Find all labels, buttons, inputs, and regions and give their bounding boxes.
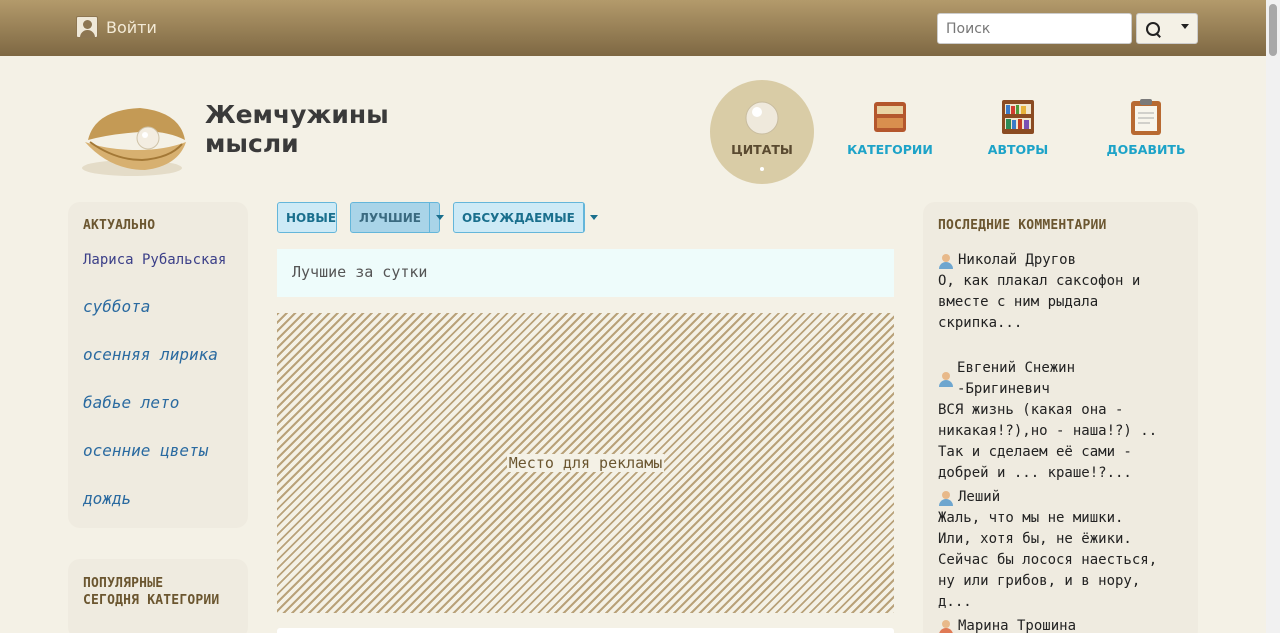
popular-heading-line1: ПОПУЛЯРНЫЕ	[83, 576, 164, 591]
comment-author[interactable]: Николай Другов	[938, 250, 1163, 271]
user-icon	[76, 16, 98, 38]
popular-heading: ПОПУЛЯРНЫЕ СЕГОДНЯ КАТЕГОРИИ	[83, 575, 219, 609]
nav-quotes-label: ЦИТАТЫ	[731, 142, 793, 157]
comment-item[interactable]: Николай Другов О, как плакал саксофон и …	[938, 250, 1163, 334]
comments-heading: ПОСЛЕДНИЕ КОММЕНТАРИИ	[938, 218, 1107, 233]
comment-author-name: Марина Трошина	[958, 618, 1077, 633]
search-icon	[1146, 21, 1160, 36]
user-icon	[938, 371, 954, 387]
user-icon	[938, 619, 954, 633]
comment-item[interactable]: Леший Жаль, что мы не мишки. Или, хотя б…	[938, 487, 1163, 613]
tag-link[interactable]: Лариса Рубальская	[83, 252, 226, 268]
nav-authors[interactable]: АВТОРЫ	[966, 80, 1070, 184]
box-icon	[874, 102, 906, 132]
comment-text: О, как плакал саксофон и вместе с ним ры…	[938, 273, 1141, 331]
comment-text: ВСЯ жизнь (какая она - никакая!?),но - н…	[938, 402, 1158, 481]
comment-item[interactable]: Евгений Снежин -Бригиневич ВСЯ жизнь (ка…	[938, 358, 1163, 484]
actual-heading: АКТУАЛЬНО	[83, 218, 156, 233]
site-title-line2: мысли	[205, 129, 299, 158]
comment-author[interactable]: Леший	[938, 487, 1163, 508]
user-icon	[938, 253, 954, 269]
site-title: Жемчужины мысли	[205, 100, 389, 158]
nav-quotes[interactable]: ЦИТАТЫ	[710, 80, 814, 184]
scrollbar-thumb[interactable]	[1269, 4, 1277, 56]
quote-card	[277, 628, 894, 633]
ad-text: Место для рекламы	[506, 454, 665, 472]
user-icon	[938, 490, 954, 506]
comment-text: Жаль, что мы не мишки. Или, хотя бы, не …	[938, 510, 1158, 610]
comment-author[interactable]: Марина Трошина	[938, 616, 1163, 633]
comment-item[interactable]: Марина Трошина	[938, 616, 1163, 633]
nav-authors-label: АВТОРЫ	[987, 142, 1049, 157]
ad-placeholder: Место для рекламы	[277, 313, 894, 613]
section-subheading: Лучшие за сутки	[277, 249, 894, 297]
pearl-icon	[745, 101, 779, 135]
tab-discussed-label: ОБСУЖДАЕМЫЕ	[462, 210, 575, 225]
nav-categories[interactable]: КАТЕГОРИИ	[838, 80, 942, 184]
tag-link[interactable]: осенняя лирика	[83, 345, 218, 364]
search-input[interactable]	[937, 13, 1132, 44]
popular-heading-line2: СЕГОДНЯ КАТЕГОРИИ	[83, 593, 220, 608]
bookshelf-icon	[1002, 100, 1034, 134]
top-bar: Войти	[0, 0, 1266, 56]
chevron-down-icon[interactable]	[428, 203, 445, 232]
tag-link[interactable]: бабье лето	[83, 393, 179, 412]
popular-panel: ПОПУЛЯРНЫЕ СЕГОДНЯ КАТЕГОРИИ	[68, 559, 248, 633]
tag-link[interactable]: дождь	[83, 489, 131, 508]
tab-best-label: ЛУЧШИЕ	[359, 210, 421, 225]
login-link[interactable]: Войти	[76, 16, 157, 38]
actual-panel: АКТУАЛЬНО Лариса Рубальская суббота осен…	[68, 202, 248, 528]
comment-author[interactable]: Евгений Снежин -Бригиневич	[938, 358, 1163, 400]
active-dot	[760, 167, 764, 171]
chevron-down-icon[interactable]	[582, 203, 601, 232]
tab-new-label: НОВЫЕ	[286, 210, 337, 225]
login-label: Войти	[106, 17, 157, 37]
tab-new[interactable]: НОВЫЕ	[277, 202, 337, 233]
clipboard-icon	[1131, 99, 1161, 135]
comment-author-name: Леший	[958, 489, 1001, 505]
comment-author-name: Евгений Снежин -Бригиневич	[957, 360, 1076, 397]
tag-link[interactable]: осенние цветы	[83, 441, 208, 460]
tab-best[interactable]: ЛУЧШИЕ	[350, 202, 445, 233]
search-button[interactable]	[1136, 13, 1198, 44]
nav-add[interactable]: ДОБАВИТЬ	[1094, 80, 1198, 184]
nav-add-label: ДОБАВИТЬ	[1106, 142, 1186, 157]
comments-panel: ПОСЛЕДНИЕ КОММЕНТАРИИ Николай Другов О, …	[923, 202, 1198, 633]
tag-link[interactable]: суббота	[83, 297, 150, 316]
pearl-shell-logo-icon[interactable]	[70, 90, 190, 180]
nav-categories-label: КАТЕГОРИИ	[847, 142, 933, 157]
site-title-line1: Жемчужины	[205, 100, 389, 129]
tab-discussed[interactable]: ОБСУЖДАЕМЫЕ	[453, 202, 601, 233]
comment-author-name: Николай Другов	[958, 252, 1077, 268]
chevron-down-icon	[1181, 24, 1189, 29]
scrollbar[interactable]	[1266, 0, 1280, 633]
